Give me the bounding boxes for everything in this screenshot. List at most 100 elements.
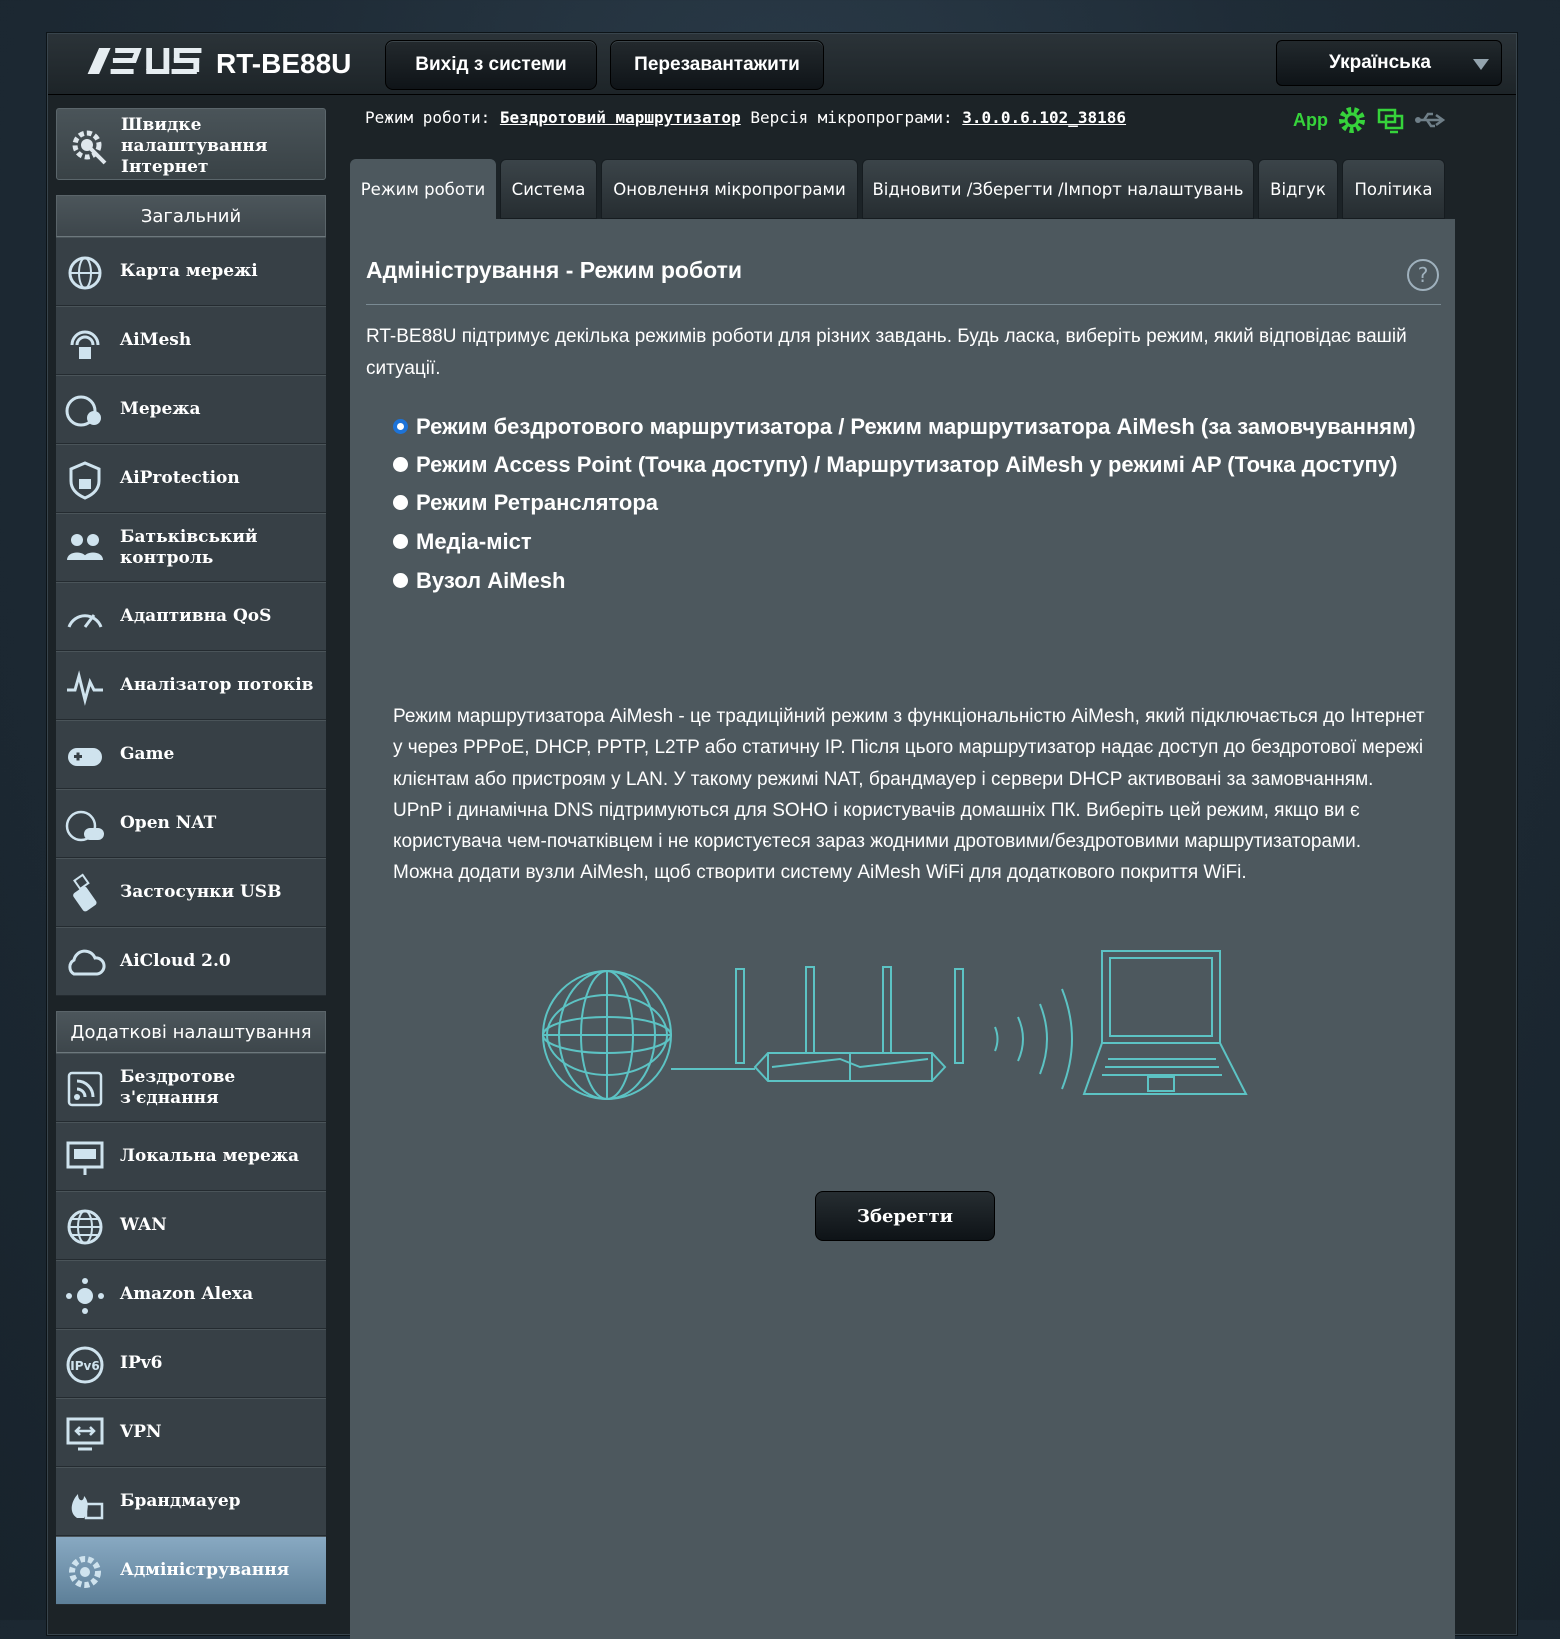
sidebar-item-parental-control[interactable]: Батьківський контроль xyxy=(56,513,326,582)
general-menu: Карта мережі AiMesh Мережа AiProtection Бать… xyxy=(56,237,326,996)
cloud-icon xyxy=(68,949,106,976)
option-label: Режим Access Point (Точка доступу) / Мар… xyxy=(416,452,1398,477)
settings-gear-icon[interactable] xyxy=(1336,104,1368,136)
tab-firmware-upgrade[interactable]: Оновлення мікропрограми xyxy=(601,159,858,219)
aimesh-icon xyxy=(70,330,100,359)
sidebar-item-vpn[interactable]: VPN xyxy=(56,1398,326,1467)
firmware-label: Версія мікропрограми: xyxy=(750,108,953,127)
sidebar-item-label: Брандмауер xyxy=(120,1491,241,1511)
sidebar-item-guest-network[interactable]: Мережа xyxy=(56,375,326,444)
option-wireless-router[interactable]: Режим бездротового маршрутизатора / Режи… xyxy=(385,411,1435,443)
save-button[interactable]: Зберегти xyxy=(815,1191,995,1241)
open-nat-icon xyxy=(65,810,104,842)
option-media-bridge[interactable]: Медіа-міст xyxy=(385,526,1435,558)
parental-control-icon xyxy=(67,534,103,560)
sidebar-item-label: AiMesh xyxy=(120,330,192,350)
guest-network-icon xyxy=(65,395,101,427)
status-line: Режим роботи: Бездротовий маршрутизатор … xyxy=(365,108,1126,127)
sidebar-item-label: Застосунки USB xyxy=(120,882,282,902)
option-access-point[interactable]: Режим Access Point (Точка доступу) / Мар… xyxy=(385,449,1435,481)
mode-link[interactable]: Бездротовий маршрутизатор xyxy=(500,108,741,127)
asus-logo xyxy=(83,46,204,85)
lan-icon xyxy=(66,1141,104,1175)
logout-button[interactable]: Вихід з системи xyxy=(385,40,597,90)
traffic-analyzer-icon xyxy=(67,670,103,706)
router-mode-illustration xyxy=(542,950,1248,1100)
mode-description-note: Можна додати вузли AiMesh, щоб створити … xyxy=(393,862,1247,884)
radio-media-bridge[interactable] xyxy=(393,534,408,549)
advanced-section-title: Додаткові налаштування xyxy=(56,1011,326,1053)
router-admin-window: RT-BE88U Вихід з системи Перезавантажити… xyxy=(47,33,1517,1639)
sidebar-item-aimesh[interactable]: AiMesh xyxy=(56,306,326,375)
tab-system[interactable]: Система xyxy=(500,159,597,219)
sidebar-item-speedometer[interactable]: Адаптивна QoS xyxy=(56,582,326,651)
sidebar-item-label: Open NAT xyxy=(120,813,217,833)
help-icon[interactable]: ? xyxy=(1407,259,1439,291)
option-aimesh-node[interactable]: Вузол AiMesh xyxy=(385,565,1435,597)
reboot-button[interactable]: Перезавантажити xyxy=(610,40,824,90)
content-panel: Адміністрування - Режим роботи ? RT-BE88… xyxy=(350,219,1455,1639)
router-model: RT-BE88U xyxy=(216,48,352,79)
app-link[interactable]: App xyxy=(1293,110,1328,131)
sidebar-item-label: Game xyxy=(120,744,175,764)
laptop-illustration-icon xyxy=(1082,950,1248,1095)
option-repeater[interactable]: Режим Ретранслятора xyxy=(385,487,1435,519)
operation-mode-options: Режим бездротового маршрутизатора / Режи… xyxy=(385,411,1435,597)
sidebar-item-label: Мережа xyxy=(120,399,201,419)
client-devices-icon[interactable] xyxy=(1376,105,1406,135)
ipv6-icon: IPv6 xyxy=(66,1346,104,1384)
sidebar-item-lan[interactable]: Локальна мережа xyxy=(56,1122,326,1191)
radio-wireless-router[interactable] xyxy=(393,419,408,434)
sidebar-item-label: AiCloud 2.0 xyxy=(120,951,231,971)
sidebar-item-label: Аналізатор потоків xyxy=(120,675,314,695)
option-label: Вузол AiMesh xyxy=(416,568,566,593)
top-bar: RT-BE88U Вихід з системи Перезавантажити… xyxy=(48,34,1516,95)
general-section-title: Загальний xyxy=(56,195,326,237)
quick-setup-icon xyxy=(72,130,107,165)
shield-lock-icon xyxy=(69,461,101,500)
sidebar-item-shield-lock[interactable]: AiProtection xyxy=(56,444,326,513)
language-value: Українська xyxy=(1329,52,1431,73)
wireless-icon xyxy=(67,1071,103,1107)
quick-setup-label: Швидке налаштування Інтернет xyxy=(121,115,268,177)
tab-restore-save-upload[interactable]: Відновити /Зберегти /Імпорт налаштувань xyxy=(862,159,1254,219)
asus-logo-mark xyxy=(87,48,202,74)
radio-aimesh-node[interactable] xyxy=(393,573,408,588)
router-illustration-icon xyxy=(735,966,964,1082)
sidebar-item-open-nat[interactable]: Open NAT xyxy=(56,789,326,858)
firmware-link[interactable]: 3.0.0.6.102_38186 xyxy=(962,108,1126,127)
sidebar-item-gamepad[interactable]: Game xyxy=(56,720,326,789)
sidebar-item-label: Бездротове з'єднання xyxy=(120,1066,236,1108)
mode-description-text: Режим маршрутизатора AiMesh - це традиці… xyxy=(393,706,1425,853)
tab-policy[interactable]: Політика xyxy=(1342,159,1445,219)
sidebar-item-usb[interactable]: Застосунки USB xyxy=(56,858,326,927)
globe-illustration-icon xyxy=(542,970,672,1100)
sidebar-item-gear[interactable]: Адміністрування xyxy=(56,1536,326,1605)
gear-icon xyxy=(69,1556,101,1588)
sidebar-item-label: Локальна мережа xyxy=(120,1146,300,1166)
sidebar-item-label: Адміністрування xyxy=(120,1560,290,1580)
usb-status-icon[interactable] xyxy=(1414,105,1446,135)
sidebar-item-globe[interactable]: WAN xyxy=(56,1191,326,1260)
mode-description: Режим маршрутизатора AiMesh - це традиці… xyxy=(393,701,1428,889)
radio-access-point[interactable] xyxy=(393,457,408,472)
sidebar-item-cloud[interactable]: AiCloud 2.0 xyxy=(56,927,326,996)
sidebar-item-firewall[interactable]: Брандмауер xyxy=(56,1467,326,1536)
sidebar-item-ipv6[interactable]: IPv6 IPv6 xyxy=(56,1329,326,1398)
sidebar-item-network-map[interactable]: Карта мережі xyxy=(56,237,326,306)
sidebar-item-label: IPv6 xyxy=(120,1353,163,1373)
sidebar-item-label: Amazon Alexa xyxy=(120,1284,254,1304)
vpn-icon xyxy=(66,1417,104,1451)
tab-feedback[interactable]: Відгук xyxy=(1258,159,1338,219)
language-select[interactable]: Українська xyxy=(1276,40,1502,86)
sidebar-item-label: Батьківський контроль xyxy=(120,526,258,568)
tab-operation-mode[interactable]: Режим роботи xyxy=(350,159,496,219)
quick-internet-setup[interactable]: Швидке налаштування Інтернет xyxy=(56,108,326,180)
sidebar-item-label: WAN xyxy=(120,1215,167,1235)
sidebar-item-alexa[interactable]: Amazon Alexa xyxy=(56,1260,326,1329)
wifi-waves-icon xyxy=(994,988,1073,1090)
sidebar-item-wireless[interactable]: Бездротове з'єднання xyxy=(56,1053,326,1122)
sidebar-item-traffic-analyzer[interactable]: Аналізатор потоків xyxy=(56,651,326,720)
page-description: RT-BE88U підтримує декілька режимів робо… xyxy=(366,326,1407,379)
radio-repeater[interactable] xyxy=(393,495,408,510)
